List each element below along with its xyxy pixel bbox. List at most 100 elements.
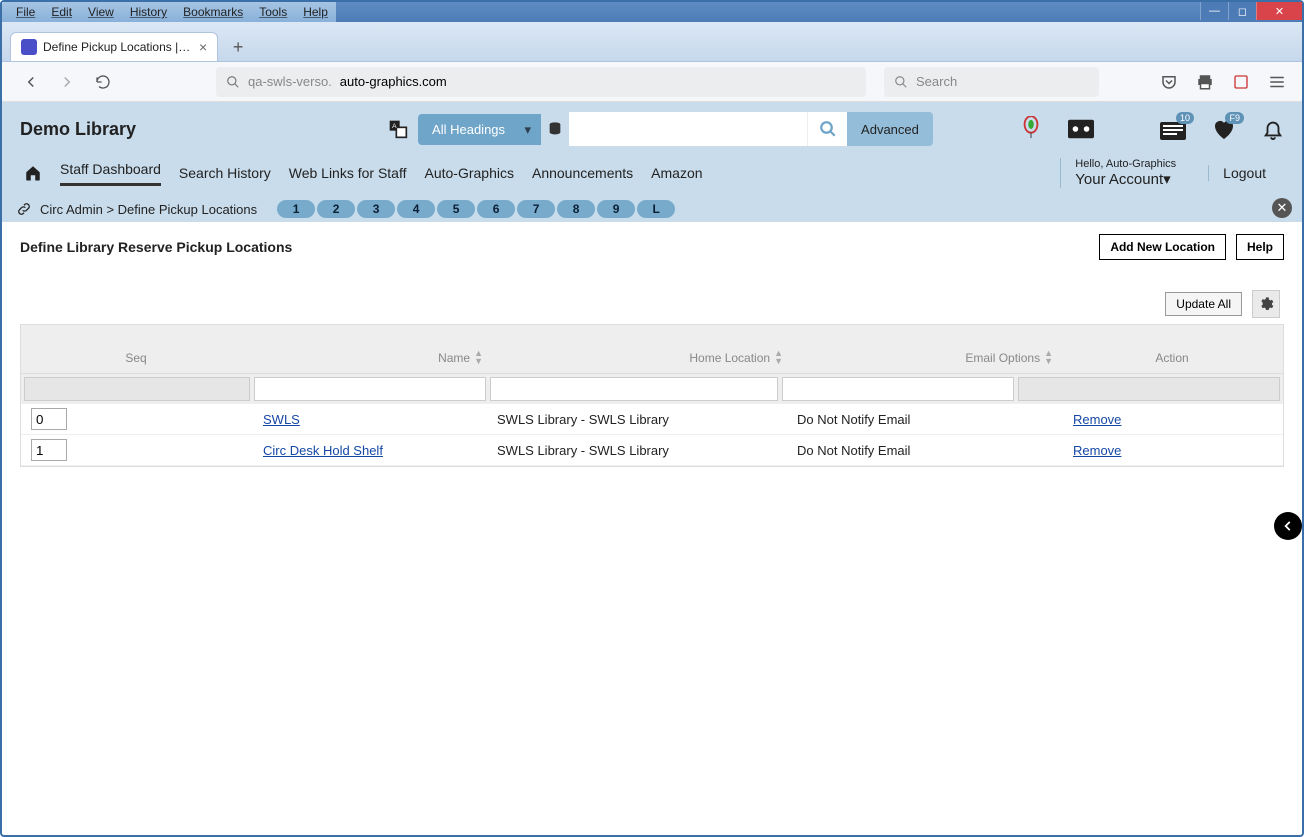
- session-pill-9[interactable]: 9: [597, 200, 635, 218]
- chain-icon: [16, 201, 32, 217]
- nav-staff-dashboard[interactable]: Staff Dashboard: [60, 161, 161, 186]
- breadcrumb-bar: Circ Admin > Define Pickup Locations 1 2…: [2, 196, 1302, 222]
- filter-seq: [24, 377, 250, 401]
- col-header-home[interactable]: Home Location▲▼: [491, 325, 791, 373]
- logout-link[interactable]: Logout: [1208, 165, 1280, 181]
- window-minimize-button[interactable]: —: [1200, 2, 1228, 20]
- catalog-search-button[interactable]: [807, 112, 847, 146]
- window-maximize-button[interactable]: ◻: [1228, 2, 1256, 20]
- heart-badge: F9: [1225, 112, 1244, 124]
- add-new-location-button[interactable]: Add New Location: [1099, 234, 1226, 260]
- window-close-button[interactable]: ✕: [1256, 2, 1302, 20]
- nav-home-icon[interactable]: [24, 164, 42, 182]
- menu-history[interactable]: History: [122, 3, 175, 21]
- advanced-search-button[interactable]: Advanced: [847, 112, 933, 146]
- translate-icon[interactable]: A: [386, 119, 410, 139]
- menu-help[interactable]: Help: [295, 3, 336, 21]
- side-chevron-left-icon[interactable]: [1274, 512, 1302, 540]
- print-icon[interactable]: [1196, 73, 1214, 91]
- browser-tab-active[interactable]: Define Pickup Locations | SWLS ×: [10, 32, 218, 61]
- session-pill-2[interactable]: 2: [317, 200, 355, 218]
- menu-bookmarks[interactable]: Bookmarks: [175, 3, 251, 21]
- cell-home: SWLS Library - SWLS Library: [497, 412, 797, 427]
- nav-announcements[interactable]: Announcements: [532, 165, 633, 181]
- session-pill-4[interactable]: 4: [397, 200, 435, 218]
- filter-name[interactable]: [254, 377, 486, 401]
- svg-text:A: A: [392, 123, 397, 130]
- bell-icon[interactable]: [1262, 117, 1284, 141]
- address-bar[interactable]: qa-swls-verso.auto-graphics.com: [216, 67, 866, 97]
- search-scope-dropdown[interactable]: All Headings: [418, 114, 541, 145]
- seq-input[interactable]: [31, 439, 67, 461]
- nav-auto-graphics[interactable]: Auto-Graphics: [425, 165, 514, 181]
- new-tab-button[interactable]: +: [224, 33, 252, 61]
- session-pill-1[interactable]: 1: [277, 200, 315, 218]
- catalog-search-input[interactable]: [569, 112, 807, 146]
- update-all-button[interactable]: Update All: [1165, 292, 1242, 316]
- url-domain: auto-graphics.com: [340, 74, 447, 89]
- breadcrumb-close-icon[interactable]: ✕: [1272, 198, 1292, 218]
- help-button[interactable]: Help: [1236, 234, 1284, 260]
- sort-icon: ▲▼: [774, 349, 783, 365]
- breadcrumb-path[interactable]: Circ Admin > Define Pickup Locations: [40, 202, 257, 217]
- col-header-email[interactable]: Email Options▲▼: [791, 325, 1061, 373]
- seq-input[interactable]: [31, 408, 67, 430]
- balloon-icon[interactable]: [1020, 116, 1042, 142]
- database-icon[interactable]: [541, 112, 569, 146]
- back-button[interactable]: [18, 69, 44, 95]
- nav-search-history[interactable]: Search History: [179, 165, 271, 181]
- menu-file[interactable]: File: [8, 3, 43, 21]
- hamburger-menu-icon[interactable]: [1268, 73, 1286, 91]
- film-reels-icon[interactable]: [1068, 117, 1094, 141]
- menu-view[interactable]: View: [80, 3, 122, 21]
- nav-amazon[interactable]: Amazon: [651, 165, 702, 181]
- col-header-name[interactable]: Name▲▼: [251, 325, 491, 373]
- app-nav: Staff Dashboard Search History Web Links…: [20, 146, 1284, 196]
- browser-nav-bar: qa-swls-verso.auto-graphics.com Search: [2, 62, 1302, 102]
- filter-home[interactable]: [490, 377, 778, 401]
- session-pill-8[interactable]: 8: [557, 200, 595, 218]
- library-card-icon[interactable]: 10: [1160, 118, 1186, 140]
- favicon-icon: [21, 39, 37, 55]
- table-row: SWLS SWLS Library - SWLS Library Do Not …: [21, 404, 1283, 435]
- sort-icon: ▲▼: [474, 349, 483, 365]
- sort-icon: ▲▼: [1044, 349, 1053, 365]
- browser-menu-bar: File Edit View History Bookmarks Tools H…: [2, 2, 336, 22]
- session-pill-6[interactable]: 6: [477, 200, 515, 218]
- location-name-link[interactable]: Circ Desk Hold Shelf: [263, 443, 383, 458]
- cell-home: SWLS Library - SWLS Library: [497, 443, 797, 458]
- location-name-link[interactable]: SWLS: [263, 412, 300, 427]
- page-title: Define Library Reserve Pickup Locations: [20, 239, 292, 255]
- session-pill-5[interactable]: 5: [437, 200, 475, 218]
- library-brand: Demo Library: [20, 119, 136, 140]
- menu-tools[interactable]: Tools: [251, 3, 295, 21]
- window-titlebar: File Edit View History Bookmarks Tools H…: [2, 2, 1302, 22]
- tab-close-icon[interactable]: ×: [199, 39, 207, 55]
- account-box[interactable]: Hello, Auto-Graphics Your Account▾: [1060, 158, 1190, 188]
- table-row: Circ Desk Hold Shelf SWLS Library - SWLS…: [21, 435, 1283, 466]
- browser-search-box[interactable]: Search: [884, 67, 1099, 97]
- shield-icon[interactable]: [1232, 73, 1250, 91]
- account-hello: Hello, Auto-Graphics: [1075, 158, 1176, 170]
- menu-edit[interactable]: Edit: [43, 3, 80, 21]
- cell-email: Do Not Notify Email: [797, 443, 1067, 458]
- gear-icon[interactable]: [1252, 290, 1280, 318]
- session-pill-L[interactable]: L: [637, 200, 675, 218]
- remove-link[interactable]: Remove: [1073, 412, 1121, 427]
- browser-tab-bar: Define Pickup Locations | SWLS × +: [2, 22, 1302, 62]
- heart-icon[interactable]: F9: [1212, 118, 1236, 140]
- col-header-action: Action: [1061, 325, 1283, 373]
- account-label: Your Account: [1075, 171, 1163, 188]
- pocket-icon[interactable]: [1160, 73, 1178, 91]
- session-pill-3[interactable]: 3: [357, 200, 395, 218]
- browser-search-placeholder: Search: [916, 74, 957, 89]
- remove-link[interactable]: Remove: [1073, 443, 1121, 458]
- forward-button[interactable]: [54, 69, 80, 95]
- col-header-seq[interactable]: Seq: [21, 325, 251, 373]
- app-header: Demo Library A All Headings Advanced: [2, 102, 1302, 196]
- filter-email[interactable]: [782, 377, 1014, 401]
- reload-button[interactable]: [90, 69, 116, 95]
- session-pill-7[interactable]: 7: [517, 200, 555, 218]
- locations-grid: Seq Name▲▼ Home Location▲▼ Email Options…: [20, 324, 1284, 467]
- nav-web-links[interactable]: Web Links for Staff: [289, 165, 407, 181]
